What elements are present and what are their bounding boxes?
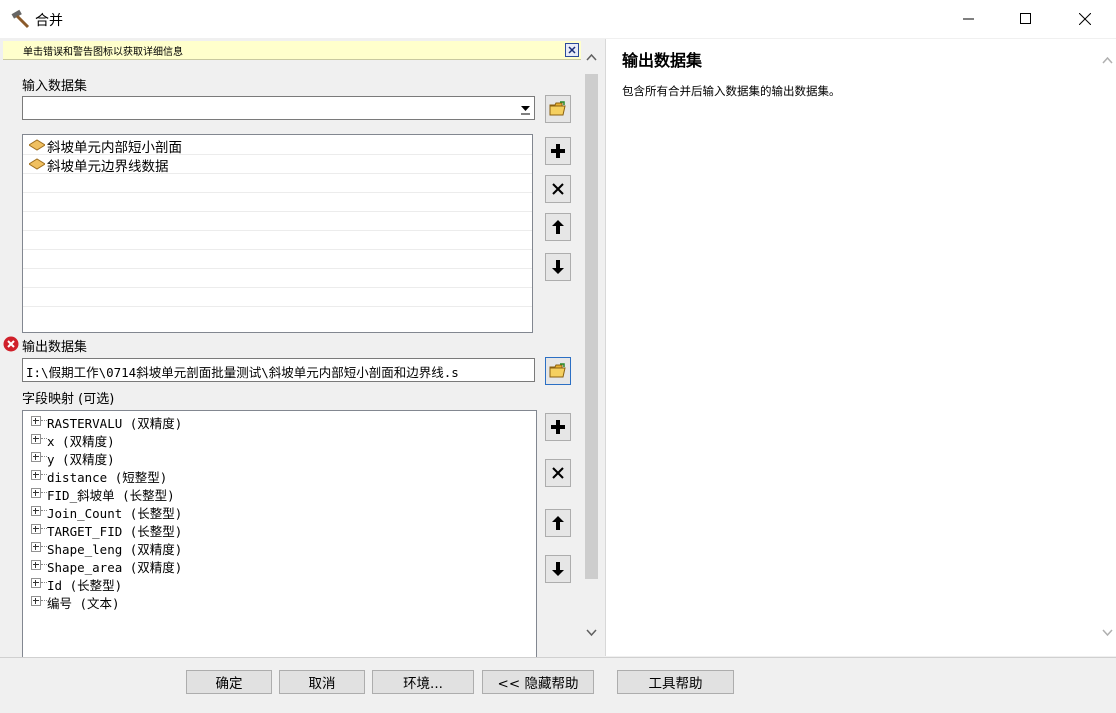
expand-icon[interactable] [31,452,41,462]
plus-icon [551,420,565,434]
arrow-up-icon [552,220,564,234]
feature-layer-icon [29,139,45,151]
parameters-pane: 单击错误和警告图标以获取详细信息 输入数据集 斜坡单元内部短小剖面 斜坡单元边界… [0,39,602,657]
tree-item[interactable]: Id (长整型) [23,574,536,593]
add-input-button[interactable] [545,137,571,165]
ok-button[interactable]: 确定 [186,670,272,694]
move-up-field-button[interactable] [545,509,571,537]
error-icon[interactable] [3,336,19,352]
list-item-empty [23,287,532,307]
maximize-icon [1020,13,1031,24]
output-dataset-field[interactable]: I:\假期工作\0714斜坡单元剖面批量测试\斜坡单元内部短小剖面和边界线.s [22,358,535,382]
chevron-down-icon[interactable] [586,629,597,637]
expand-icon[interactable] [31,596,41,606]
folder-open-icon [549,101,566,116]
expand-icon[interactable] [31,578,41,588]
tree-item[interactable]: x (双精度) [23,430,536,449]
scrollbar-thumb[interactable] [585,74,598,579]
browse-output-button[interactable] [545,357,571,385]
input-datasets-list[interactable]: 斜坡单元内部短小剖面 斜坡单元边界线数据 [22,134,533,333]
chevron-down-icon[interactable] [1102,629,1113,637]
title-bar: 合并 [0,0,1116,38]
list-item[interactable]: 斜坡单元内部短小剖面 [23,135,532,156]
move-down-input-button[interactable] [545,253,571,281]
tree-item[interactable]: y (双精度) [23,448,536,467]
hide-help-button[interactable]: << 隐藏帮助 [482,670,594,694]
window-title: 合并 [35,13,63,29]
list-item-empty [23,268,532,288]
delete-icon [552,183,564,195]
expand-icon[interactable] [31,524,41,534]
add-field-button[interactable] [545,413,571,441]
tree-item[interactable]: Join_Count (长整型) [23,502,536,521]
expand-icon[interactable] [31,470,41,480]
plus-icon [551,144,565,158]
close-icon [1079,13,1091,25]
chevron-down-icon[interactable] [521,103,531,115]
move-up-input-button[interactable] [545,213,571,241]
button-bar: 确定 取消 环境... << 隐藏帮助 工具帮助 [0,657,1116,713]
tree-item[interactable]: TARGET_FID (长整型) [23,520,536,539]
delete-field-button[interactable] [545,459,571,487]
maximize-button[interactable] [1003,0,1049,38]
input-datasets-combo[interactable] [22,96,535,120]
help-title: 输出数据集 [622,51,703,70]
arrow-up-icon [552,516,564,530]
delete-icon [552,467,564,479]
message-close-button[interactable] [565,43,579,57]
tree-item[interactable]: distance (短整型) [23,466,536,485]
expand-icon[interactable] [31,542,41,552]
folder-open-icon [549,363,566,378]
tree-item[interactable]: RASTERVALU (双精度) [23,412,536,431]
message-bar: 单击错误和警告图标以获取详细信息 [3,41,581,60]
help-pane: 输出数据集 包含所有合并后输入数据集的输出数据集。 [605,39,1099,656]
tool-help-button[interactable]: 工具帮助 [617,670,734,694]
expand-icon[interactable] [31,434,41,444]
input-datasets-label: 输入数据集 [22,79,88,94]
list-item-empty [23,230,532,250]
output-dataset-label: 输出数据集 [22,340,88,355]
list-item-empty [23,211,532,231]
parameters-scrollbar[interactable] [583,39,600,656]
chevron-up-icon[interactable] [586,53,597,61]
tree-item[interactable]: 编号 (文本) [23,592,536,611]
close-icon [568,46,576,54]
list-item[interactable]: 斜坡单元边界线数据 [23,154,532,175]
help-description: 包含所有合并后输入数据集的输出数据集。 [622,84,841,98]
arrow-down-icon [552,260,564,274]
list-item-empty [23,192,532,212]
field-mapping-tree[interactable]: RASTERVALU (双精度) x (双精度) y (双精度) distanc… [22,410,537,657]
hammer-icon [11,9,30,29]
list-item-empty [23,173,532,193]
browse-input-button[interactable] [545,95,571,123]
expand-icon[interactable] [31,560,41,570]
arrow-down-icon [552,562,564,576]
tree-item[interactable]: Shape_leng (双精度) [23,538,536,557]
message-text: 单击错误和警告图标以获取详细信息 [23,47,183,58]
tree-item[interactable]: Shape_area (双精度) [23,556,536,575]
expand-icon[interactable] [31,506,41,516]
cancel-button[interactable]: 取消 [279,670,365,694]
tree-item[interactable]: FID_斜坡单 (长整型) [23,484,536,503]
list-item-empty [23,249,532,269]
close-button[interactable] [1062,0,1108,38]
expand-icon[interactable] [31,488,41,498]
help-scrollbar[interactable] [1099,39,1116,656]
feature-layer-icon [29,158,45,170]
minimize-button[interactable] [946,0,992,38]
chevron-up-icon[interactable] [1102,56,1113,64]
move-down-field-button[interactable] [545,555,571,583]
remove-input-button[interactable] [545,175,571,203]
expand-icon[interactable] [31,416,41,426]
field-mapping-label: 字段映射 (可选) [22,392,115,407]
minimize-icon [963,18,974,20]
environments-button[interactable]: 环境... [372,670,474,694]
